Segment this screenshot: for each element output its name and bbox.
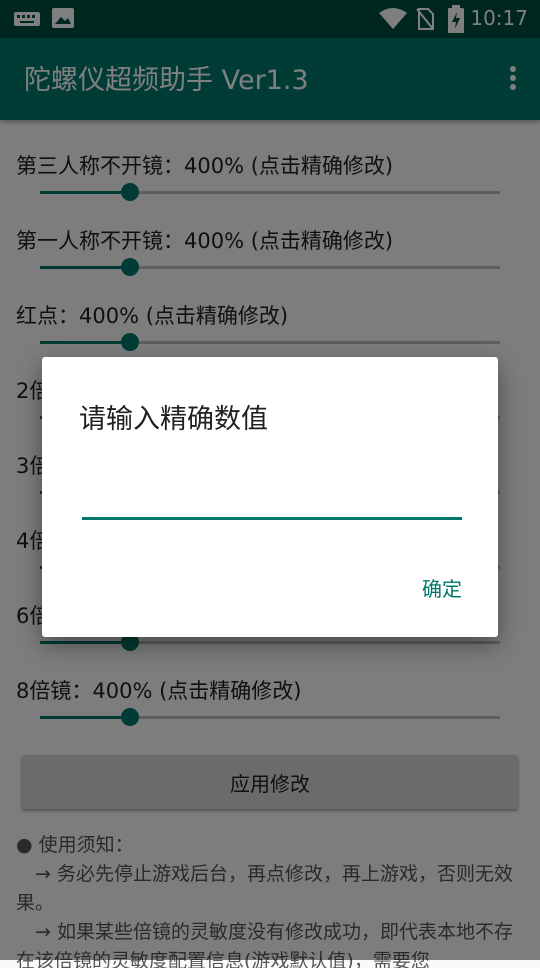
precise-value-dialog: 请输入精确数值 确定: [42, 357, 498, 637]
dialog-title: 请输入精确数值: [79, 404, 268, 435]
precise-value-input[interactable]: [82, 481, 462, 520]
confirm-button[interactable]: 确定: [422, 573, 462, 602]
